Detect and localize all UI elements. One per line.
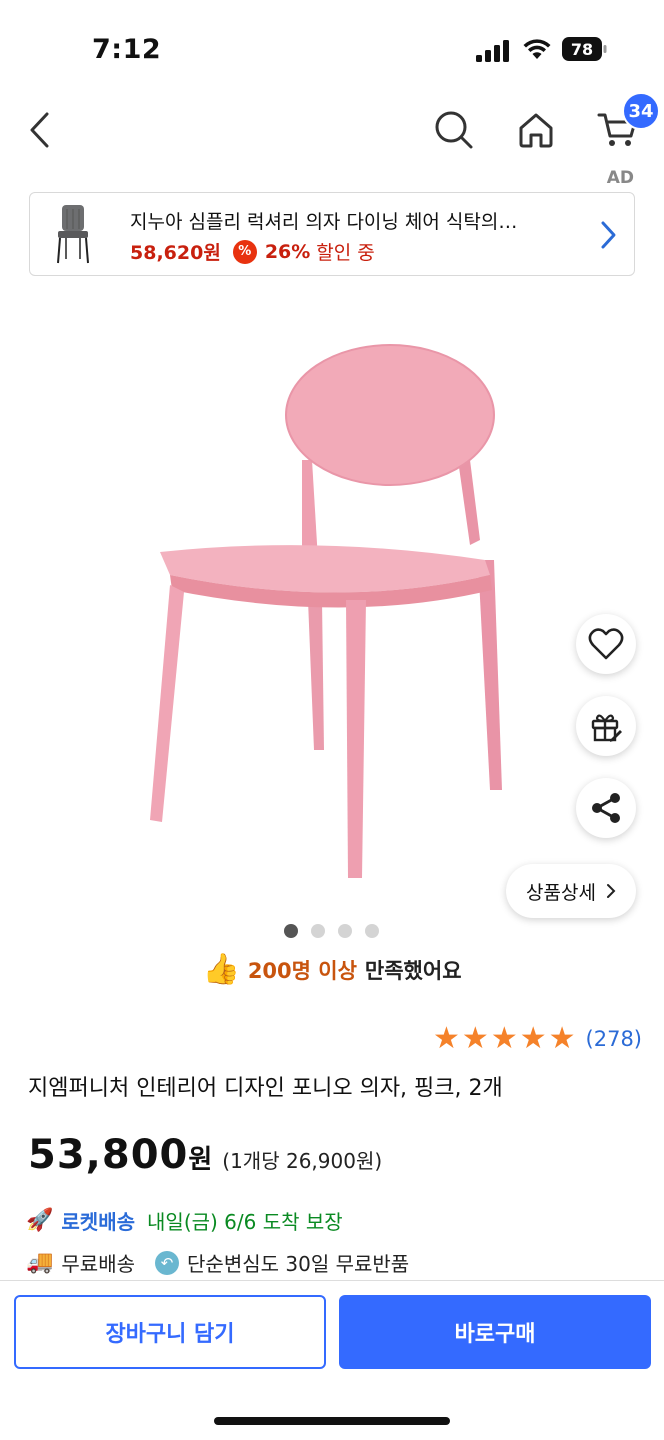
ad-discount-percent: 26% [264,240,311,263]
price-row: 53,800 원 (1개당 26,900원) [28,1132,382,1178]
return-policy-text: 단순변심도 30일 무료반품 [187,1252,410,1276]
gift-button[interactable] [576,696,636,756]
carousel-dot[interactable] [365,924,379,938]
ad-product-thumbnail [57,205,89,264]
star-icon: ★ [519,1021,547,1056]
carousel-dot[interactable] [338,924,352,938]
home-icon [519,113,553,148]
return-icon: ↶ [155,1250,180,1275]
satisfaction-count: 200명 이상 [247,958,357,983]
thumbs-up-icon: 👍 [202,952,240,987]
ad-title: 지누아 심플리 럭셔리 의자 다이닝 체어 식탁의… [130,211,518,233]
heart-icon [588,628,624,660]
top-nav-bar [0,90,664,170]
shipping-info-row: 🚚 무료배송 ↶ 단순변심도 30일 무료반품 [26,1248,409,1277]
buy-now-button[interactable]: 바로구매 [339,1295,651,1369]
status-time: 7:12 [92,34,162,65]
chevron-right-icon [601,221,616,249]
price-currency: 원 [188,1145,213,1175]
product-image-carousel[interactable] [0,290,664,910]
satisfaction-text: 만족했어요 [364,958,462,983]
review-count-link[interactable]: (278) [586,1027,642,1051]
ad-discount-text: 할인 중 [316,242,375,264]
star-icon: ★ [461,1021,489,1056]
rating-summary[interactable]: ★ ★ ★ ★ ★ (278) [433,1024,642,1054]
star-icon: ★ [490,1021,518,1056]
wifi-icon [523,39,551,59]
product-detail-label: 상품상세 [526,881,596,904]
rocket-delivery-row: 🚀 로켓배송 내일(금) 6/6 도착 보장 [26,1206,343,1235]
carousel-dot[interactable] [311,924,325,938]
rocket-delivery-label: 로켓배송 [61,1210,136,1234]
star-icon: ★ [433,1021,460,1056]
delivery-date-text: 내일(금) 6/6 도착 보장 [147,1210,343,1234]
back-button[interactable] [14,104,66,156]
carousel-dot[interactable] [284,924,298,938]
chevron-right-icon [606,884,616,898]
unit-price: (1개당 26,900원) [222,1149,383,1173]
discount-icon: % [232,239,257,264]
wishlist-button[interactable] [576,614,636,674]
chevron-left-icon [30,112,49,148]
product-price: 53,800 [28,1132,189,1178]
cellular-signal-icon [476,40,509,62]
add-to-cart-button[interactable]: 장바구니 담기 [14,1295,326,1369]
star-icon: ★ [548,1021,576,1056]
product-detail-button[interactable]: 상품상세 [506,864,636,918]
product-image-chair [150,344,502,878]
truck-icon: 🚚 [26,1250,54,1275]
gift-icon [591,714,622,742]
cart-count-badge: 34 [622,92,660,130]
home-indicator[interactable] [214,1417,450,1425]
ad-price-row: 58,620원 % 26% 할인 중 [130,238,375,265]
share-button[interactable] [576,778,636,838]
status-bar: 7:12 78 [0,0,664,90]
product-title: 지엠퍼니처 인테리어 디자인 포니오 의자, 핑크, 2개 [28,1076,503,1101]
battery-level: 78 [570,39,594,59]
ad-banner[interactable]: 지누아 심플리 럭셔리 의자 다이닝 체어 식탁의… 58,620원 % 26%… [29,192,635,276]
ad-price: 58,620원 [130,242,221,264]
search-button[interactable] [428,104,480,156]
battery-icon: 78 [562,37,608,61]
share-icon [592,793,620,823]
home-button[interactable] [510,104,562,156]
ad-label: AD [606,168,634,188]
rocket-icon: 🚀 [26,1208,54,1233]
satisfaction-banner: 👍 200명 이상 만족했어요 [0,952,664,987]
free-shipping-text: 무료배송 [61,1252,136,1276]
divider [0,1280,664,1281]
carousel-indicator [284,924,379,938]
search-icon [435,111,473,149]
